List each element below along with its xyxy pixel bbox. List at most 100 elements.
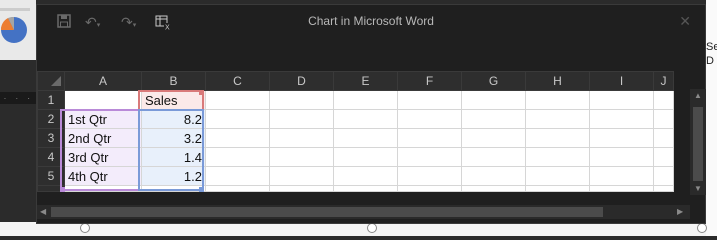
select-all-corner[interactable] — [37, 71, 65, 91]
cell[interactable] — [397, 185, 462, 192]
cell[interactable] — [269, 128, 334, 148]
cell[interactable] — [525, 90, 590, 110]
cell[interactable] — [653, 128, 674, 148]
cell[interactable] — [333, 90, 398, 110]
cell[interactable] — [205, 128, 270, 148]
background-document — [0, 0, 36, 60]
cell[interactable] — [525, 185, 590, 192]
cell[interactable] — [205, 147, 270, 167]
table-row: 1 Sales — [37, 90, 674, 110]
cell-a4[interactable]: 3rd Qtr — [64, 147, 142, 167]
scroll-left-icon[interactable]: ◀ — [40, 207, 46, 217]
title-bar: ↶▾ ↷▾ X Chart in Microsoft Word ✕ — [37, 5, 705, 41]
cell[interactable] — [205, 185, 270, 192]
cell[interactable] — [397, 166, 462, 186]
chart-data-window: ↶▾ ↷▾ X Chart in Microsoft Word ✕ A B C … — [36, 4, 706, 224]
cell[interactable] — [589, 185, 654, 192]
cell-b3[interactable]: 3.2 — [141, 128, 206, 148]
cell[interactable] — [525, 147, 590, 167]
row-header[interactable]: 5 — [37, 166, 65, 186]
table-row: 2 1st Qtr 8.2 — [37, 109, 674, 129]
column-header-d[interactable]: D — [269, 71, 334, 91]
vertical-scrollbar-thumb[interactable] — [693, 107, 703, 181]
cell[interactable] — [589, 166, 654, 186]
cell[interactable] — [205, 90, 270, 110]
pie-chart-thumbnail-icon — [0, 8, 30, 43]
cell-b4[interactable]: 1.4 — [141, 147, 206, 167]
cell[interactable] — [397, 90, 462, 110]
cell[interactable] — [589, 128, 654, 148]
horizontal-scrollbar[interactable]: ◀ ▶ — [37, 205, 690, 219]
column-header-b[interactable]: B — [141, 71, 206, 91]
range-resize-handle[interactable] — [199, 90, 204, 95]
scroll-right-icon[interactable]: ▶ — [677, 207, 683, 217]
column-header-j[interactable]: J — [653, 71, 674, 91]
row-header[interactable]: 2 — [37, 109, 65, 129]
cell[interactable] — [397, 128, 462, 148]
cell-a3[interactable]: 2nd Qtr — [64, 128, 142, 148]
background-right-text: Se D — [706, 41, 717, 67]
cell[interactable] — [333, 166, 398, 186]
column-header-i[interactable]: I — [589, 71, 654, 91]
cell[interactable] — [589, 147, 654, 167]
cell[interactable] — [653, 109, 674, 129]
cell-b1[interactable]: Sales — [141, 90, 206, 110]
range-resize-handle[interactable] — [60, 187, 65, 192]
scroll-up-icon[interactable]: ▲ — [694, 91, 702, 101]
cell-a2[interactable]: 1st Qtr — [64, 109, 142, 129]
cell[interactable] — [269, 90, 334, 110]
background-page — [0, 222, 717, 236]
scroll-down-icon[interactable]: ▼ — [694, 184, 702, 194]
cell-a5[interactable]: 4th Qtr — [64, 166, 142, 186]
cell[interactable] — [461, 90, 526, 110]
close-icon[interactable]: ✕ — [679, 13, 691, 30]
cell[interactable] — [525, 109, 590, 129]
chart-resize-handle[interactable] — [697, 223, 707, 233]
chart-resize-handle[interactable] — [80, 223, 90, 233]
cell[interactable] — [653, 166, 674, 186]
horizontal-scrollbar-thumb[interactable] — [51, 207, 603, 217]
background-right-page — [706, 0, 717, 236]
column-header-e[interactable]: E — [333, 71, 398, 91]
cell[interactable] — [653, 185, 674, 192]
cell-b2[interactable]: 8.2 — [141, 109, 206, 129]
cell[interactable] — [397, 147, 462, 167]
column-header-g[interactable]: G — [461, 71, 526, 91]
vertical-scrollbar[interactable]: ▲ ▼ — [690, 89, 706, 195]
cell[interactable] — [461, 128, 526, 148]
cell[interactable] — [525, 166, 590, 186]
cell[interactable] — [269, 147, 334, 167]
cell[interactable] — [141, 185, 206, 192]
cell[interactable] — [589, 109, 654, 129]
row-header[interactable]: 1 — [37, 90, 65, 110]
cell[interactable] — [589, 90, 654, 110]
row-header[interactable]: 4 — [37, 147, 65, 167]
cell[interactable] — [461, 109, 526, 129]
cell-a1[interactable] — [64, 90, 142, 110]
cell[interactable] — [269, 166, 334, 186]
cell[interactable] — [525, 128, 590, 148]
cell[interactable] — [333, 185, 398, 192]
cell[interactable] — [205, 109, 270, 129]
cell[interactable] — [461, 166, 526, 186]
column-header-c[interactable]: C — [205, 71, 270, 91]
column-header-h[interactable]: H — [525, 71, 590, 91]
cell[interactable] — [333, 147, 398, 167]
cell[interactable] — [333, 109, 398, 129]
cell[interactable] — [269, 109, 334, 129]
range-resize-handle[interactable] — [199, 187, 204, 192]
cell-b5[interactable]: 1.2 — [141, 166, 206, 186]
cell[interactable] — [653, 90, 674, 110]
cell[interactable] — [461, 147, 526, 167]
cell[interactable] — [397, 109, 462, 129]
cell[interactable] — [269, 185, 334, 192]
chart-resize-handle[interactable] — [367, 223, 377, 233]
column-header-a[interactable]: A — [64, 71, 142, 91]
cell[interactable] — [205, 166, 270, 186]
row-header[interactable]: 3 — [37, 128, 65, 148]
cell[interactable] — [64, 185, 142, 192]
cell[interactable] — [461, 185, 526, 192]
cell[interactable] — [653, 147, 674, 167]
cell[interactable] — [333, 128, 398, 148]
column-header-f[interactable]: F — [397, 71, 462, 91]
